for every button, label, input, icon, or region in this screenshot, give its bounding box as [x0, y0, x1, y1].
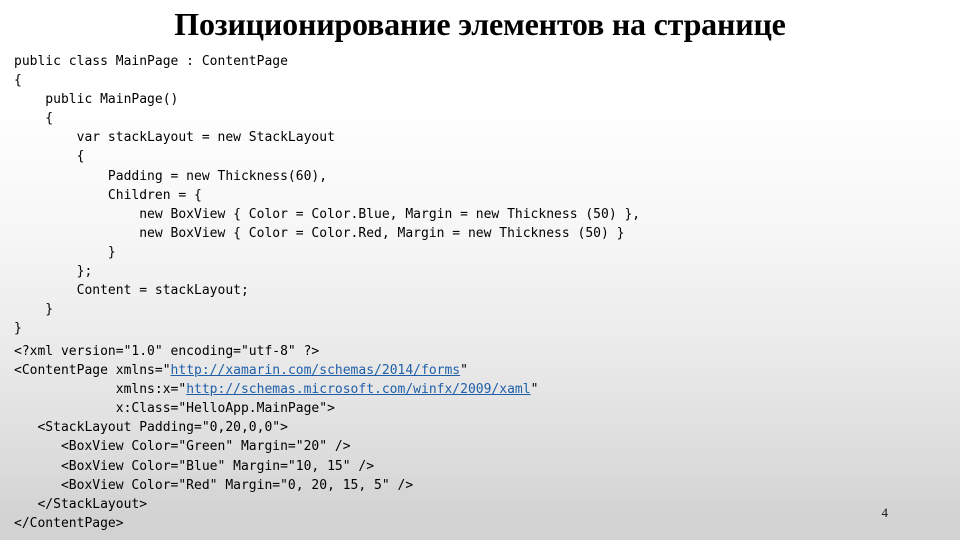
csharp-line: } — [14, 243, 640, 262]
xaml-line: <BoxView Color="Green" Margin="20" /> — [14, 437, 538, 456]
csharp-text: { — [14, 149, 85, 165]
csharp-text: Padding = new Thickness(60), — [14, 168, 328, 184]
csharp-line: public MainPage() — [14, 90, 640, 109]
page-title: Позиционирование элементов на странице — [174, 6, 786, 42]
csharp-line: { — [14, 71, 640, 90]
xaml-text: <ContentPage xmlns=" — [14, 363, 171, 379]
csharp-line: new BoxView { Color = Color.Red, Margin … — [14, 224, 640, 243]
xaml-line: <ContentPage xmlns="http://xamarin.com/s… — [14, 361, 538, 380]
csharp-text: { — [14, 111, 54, 127]
csharp-line: } — [14, 300, 640, 319]
csharp-text: { — [14, 73, 22, 89]
xaml-text: <BoxView Color="Red" Margin="0, 20, 15, … — [14, 477, 414, 493]
xaml-text: xmlns:x=" — [14, 382, 187, 398]
xaml-line: <?xml version="1.0" encoding="utf-8" ?> — [14, 342, 538, 361]
csharp-line: } — [14, 319, 640, 338]
csharp-text: public class MainPage : ContentPage — [14, 54, 288, 69]
url-link[interactable]: http://schemas.microsoft.com/winfx/2009/… — [186, 382, 530, 397]
csharp-text: Content = stackLayout; — [14, 283, 249, 299]
presentation-slide: Позиционирование элементов на странице p… — [0, 0, 960, 540]
xaml-line: x:Class="HelloApp.MainPage"> — [14, 399, 538, 418]
csharp-text: } — [14, 321, 22, 337]
csharp-text: } — [14, 244, 116, 260]
xaml-line: <BoxView Color="Blue" Margin="10, 15" /> — [14, 457, 538, 476]
csharp-code-block: public class MainPage : ContentPage { pub… — [14, 52, 640, 338]
csharp-line: Content = stackLayout; — [14, 281, 640, 300]
csharp-text: new BoxView { Color = Color.Red, Margin … — [14, 225, 625, 241]
xaml-text: </ContentPage> — [14, 515, 124, 531]
xaml-text: <BoxView Color="Green" Margin="20" /> — [14, 439, 351, 455]
csharp-line: public class MainPage : ContentPage — [14, 52, 640, 71]
xaml-line: <StackLayout Padding="0,20,0,0"> — [14, 418, 538, 437]
csharp-line: var stackLayout = new StackLayout — [14, 128, 640, 147]
csharp-text: new BoxView { Color = Color.Blue, Margin… — [14, 206, 641, 222]
xaml-line: xmlns:x="http://schemas.microsoft.com/wi… — [14, 380, 539, 399]
xaml-text: <BoxView Color="Blue" Margin="10, 15" /> — [14, 458, 375, 474]
xaml-line: </StackLayout> — [14, 495, 538, 514]
xaml-text: x:Class="HelloApp.MainPage"> — [14, 401, 335, 417]
csharp-text: } — [14, 302, 54, 318]
xaml-text: <?xml version="1.0" encoding="utf-8" ?> — [14, 344, 320, 359]
csharp-text: var stackLayout = new StackLayout — [14, 130, 335, 146]
csharp-text: public MainPage() — [14, 92, 179, 108]
csharp-line: }; — [14, 262, 640, 281]
xaml-text: " — [530, 382, 539, 398]
xaml-text: </StackLayout> — [14, 496, 148, 512]
csharp-line: { — [14, 109, 640, 128]
csharp-text: }; — [14, 264, 93, 280]
xaml-text: " — [460, 363, 468, 379]
xaml-line: </ContentPage> — [14, 514, 538, 533]
csharp-line: Padding = new Thickness(60), — [14, 167, 640, 186]
csharp-line: new BoxView { Color = Color.Blue, Margin… — [14, 205, 640, 224]
csharp-line: { — [14, 147, 640, 166]
url-link[interactable]: http://xamarin.com/schemas/2014/forms — [171, 363, 461, 378]
csharp-line: Children = { — [14, 186, 640, 205]
xaml-text: <StackLayout Padding="0,20,0,0"> — [14, 420, 288, 436]
xaml-code-block: <?xml version="1.0" encoding="utf-8" ?> <… — [14, 342, 538, 533]
slide-number: 4 — [881, 505, 889, 520]
xaml-line: <BoxView Color="Red" Margin="0, 20, 15, … — [14, 476, 538, 495]
csharp-text: Children = { — [14, 187, 202, 203]
